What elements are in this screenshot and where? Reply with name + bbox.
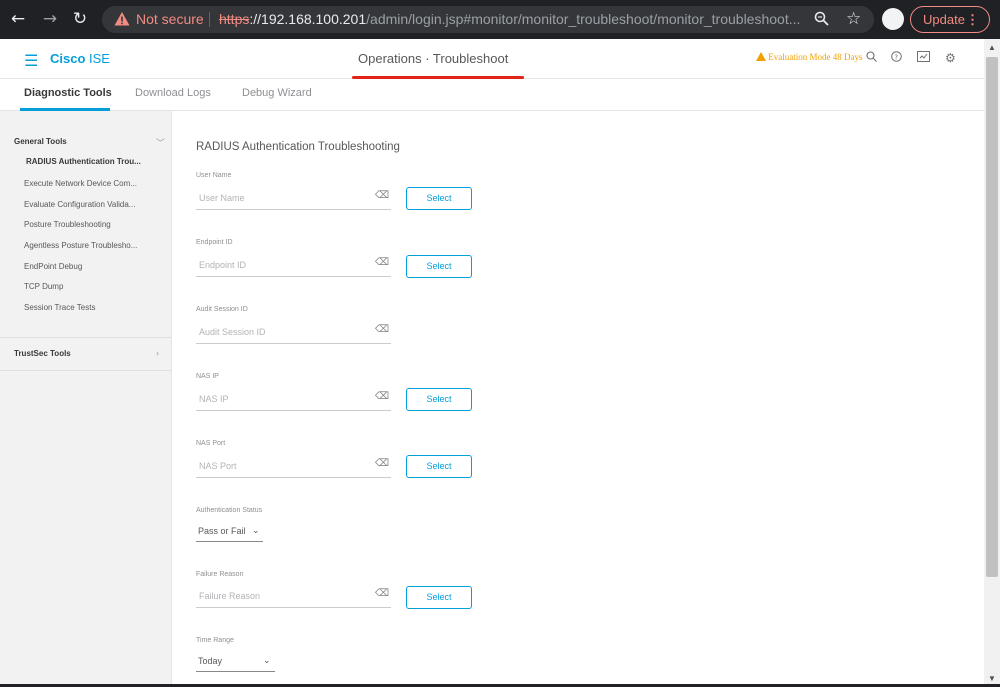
chevron-down-icon[interactable]: ﹀ <box>156 136 165 149</box>
scroll-up-icon[interactable]: ▲ <box>988 43 996 52</box>
page-scrollbar[interactable]: ▲ ▼ <box>984 39 1000 687</box>
evaluation-badge[interactable]: Evaluation Mode 48 Days <box>756 52 862 62</box>
sidebar-item-endpoint-debug[interactable]: EndPoint Debug <box>24 262 82 271</box>
tab-bar: Diagnostic Tools Download Logs Debug Wiz… <box>0 79 984 111</box>
auth-status-dropdown[interactable]: Pass or Fail ⌄ <box>196 522 263 542</box>
user-name-label: User Name <box>196 172 232 179</box>
forward-icon[interactable]: → <box>40 9 60 29</box>
nas-ip-placeholder: NAS IP <box>199 394 229 404</box>
time-range-value: Today <box>198 656 223 666</box>
auth-status-label: Authentication Status <box>196 507 263 514</box>
time-range-dropdown[interactable]: Today ⌄ <box>196 652 275 672</box>
sidebar-item-execute-network-device[interactable]: Execute Network Device Com... <box>24 179 137 188</box>
sidebar-divider <box>0 337 171 338</box>
tab-diagnostic-tools[interactable]: Diagnostic Tools <box>24 87 112 99</box>
sidebar-item-evaluate-config[interactable]: Evaluate Configuration Valida... <box>24 200 135 209</box>
address-bar[interactable]: Not secure https://192.168.100.201/admin… <box>102 6 874 33</box>
logo-light: ISE <box>85 51 110 66</box>
user-name-field[interactable]: User Name ⌫ <box>196 188 391 210</box>
nas-ip-label: NAS IP <box>196 373 219 380</box>
hamburger-menu-icon[interactable]: ☰ <box>24 51 38 71</box>
sidebar-item-session-trace[interactable]: Session Trace Tests <box>24 303 95 312</box>
app-header: ☰ Cisco ISE Operations · Troubleshoot Ev… <box>0 39 984 79</box>
divider <box>209 12 210 27</box>
failure-reason-label: Failure Reason <box>196 571 244 578</box>
avatar[interactable] <box>882 8 904 30</box>
form-title: RADIUS Authentication Troubleshooting <box>196 141 400 153</box>
endpoint-id-select-button[interactable]: Select <box>406 255 472 278</box>
audit-session-id-field[interactable]: Audit Session ID ⌫ <box>196 322 391 344</box>
reload-icon[interactable]: ↻ <box>70 9 90 29</box>
chevron-right-icon[interactable]: › <box>156 348 159 358</box>
time-range-label: Time Range <box>196 637 234 644</box>
page-title: Operations · Troubleshoot <box>358 51 509 66</box>
clear-icon[interactable]: ⌫ <box>375 257 389 268</box>
failure-reason-select-button[interactable]: Select <box>406 586 472 609</box>
audit-session-id-placeholder: Audit Session ID <box>199 327 266 337</box>
sidebar-item-posture[interactable]: Posture Troubleshooting <box>24 220 111 229</box>
help-icon[interactable]: ? <box>891 51 902 65</box>
clear-icon[interactable]: ⌫ <box>375 588 389 599</box>
warning-icon <box>114 12 130 26</box>
sidebar-item-radius-auth[interactable]: RADIUS Authentication Trou... <box>26 157 141 166</box>
chevron-down-icon: ⌄ <box>252 526 260 536</box>
auth-status-value: Pass or Fail <box>198 526 246 536</box>
nas-port-select-button[interactable]: Select <box>406 455 472 478</box>
logo-bold: Cisco <box>50 51 86 66</box>
tab-debug-wizard[interactable]: Debug Wizard <box>242 87 312 99</box>
nas-port-placeholder: NAS Port <box>199 461 237 471</box>
sidebar-divider <box>0 370 171 371</box>
tab-download-logs[interactable]: Download Logs <box>135 87 211 99</box>
back-icon[interactable]: ← <box>8 9 28 29</box>
star-icon[interactable]: ☆ <box>846 9 861 29</box>
clear-icon[interactable]: ⌫ <box>375 324 389 335</box>
user-name-select-button[interactable]: Select <box>406 187 472 210</box>
sidebar-item-tcp-dump[interactable]: TCP Dump <box>24 282 63 291</box>
nas-ip-field[interactable]: NAS IP ⌫ <box>196 389 391 411</box>
clear-icon[interactable]: ⌫ <box>375 190 389 201</box>
update-button[interactable]: Update ⋮ <box>910 6 990 33</box>
nas-ip-select-button[interactable]: Select <box>406 388 472 411</box>
url-host: ://192.168.100.201 <box>249 11 367 27</box>
url-protocol: https <box>219 11 250 27</box>
browser-toolbar: ← → ↻ Not secure https://192.168.100.201… <box>0 0 1000 39</box>
endpoint-id-placeholder: Endpoint ID <box>199 260 247 270</box>
not-secure-label: Not secure <box>136 11 204 27</box>
user-name-placeholder: User Name <box>199 193 245 203</box>
warning-icon <box>756 52 766 61</box>
chevron-down-icon: ⌄ <box>263 656 271 666</box>
failure-reason-field[interactable]: Failure Reason ⌫ <box>196 586 391 608</box>
failure-reason-placeholder: Failure Reason <box>199 591 261 601</box>
menu-dots-icon: ⋮ <box>966 12 979 27</box>
svg-text:?: ? <box>894 53 898 61</box>
search-icon[interactable] <box>866 51 877 65</box>
evaluation-text: Evaluation Mode 48 Days <box>768 52 863 62</box>
sidebar: General Tools ﹀ RADIUS Authentication Tr… <box>0 111 172 687</box>
url-text[interactable]: https://192.168.100.201/admin/login.jsp#… <box>219 11 800 27</box>
gear-icon[interactable]: ⚙ <box>945 51 956 65</box>
nas-port-label: NAS Port <box>196 440 226 447</box>
update-label: Update <box>923 12 965 27</box>
endpoint-id-field[interactable]: Endpoint ID ⌫ <box>196 255 391 277</box>
sidebar-section-general-tools[interactable]: General Tools <box>14 137 67 146</box>
clear-icon[interactable]: ⌫ <box>375 458 389 469</box>
scroll-down-icon[interactable]: ▼ <box>988 674 996 683</box>
url-path: /admin/login.jsp#monitor/monitor_trouble… <box>366 11 801 27</box>
sidebar-item-agentless-posture[interactable]: Agentless Posture Troublesho... <box>24 241 137 250</box>
cisco-ise-logo[interactable]: Cisco ISE <box>50 51 110 66</box>
scrollbar-thumb[interactable] <box>986 57 998 577</box>
sidebar-section-trustsec-tools[interactable]: TrustSec Tools <box>14 349 71 358</box>
audit-session-id-label: Audit Session ID <box>196 306 248 313</box>
clear-icon[interactable]: ⌫ <box>375 391 389 402</box>
dashboard-icon[interactable] <box>917 51 930 65</box>
nas-port-field[interactable]: NAS Port ⌫ <box>196 456 391 478</box>
zoom-icon[interactable] <box>814 11 829 29</box>
endpoint-id-label: Endpoint ID <box>196 239 233 246</box>
